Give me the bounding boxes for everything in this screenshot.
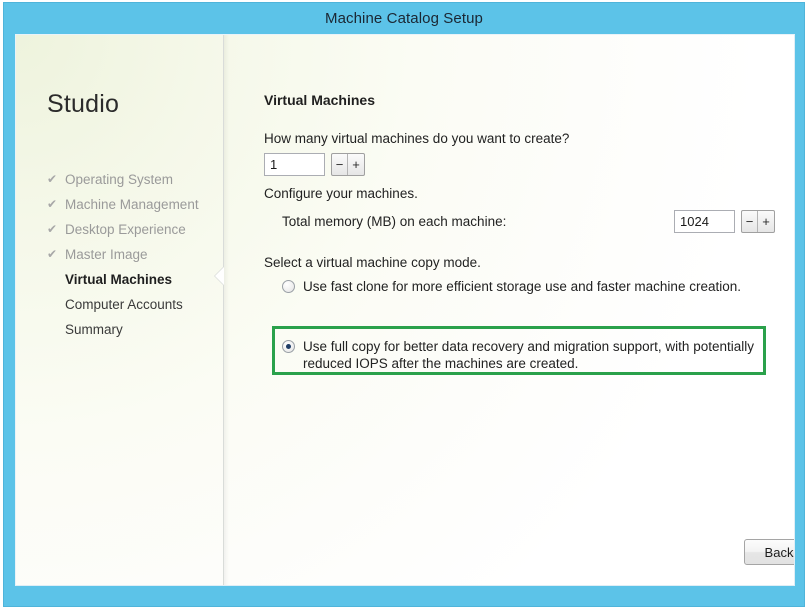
radio-unselected-icon[interactable] (282, 280, 295, 293)
sidebar-item-summary[interactable]: Summary (47, 317, 223, 342)
page-title: Virtual Machines (264, 92, 376, 108)
sidebar-divider-shadow (223, 35, 234, 585)
sidebar-item-label: Machine Management (65, 197, 199, 212)
wizard-footer: Back Next Cancel (234, 539, 794, 565)
window-titlebar: Machine Catalog Setup (4, 3, 804, 34)
total-memory-increment-button[interactable]: + (758, 211, 774, 232)
check-icon: ✔ (47, 222, 58, 236)
studio-brand: Studio (47, 90, 120, 118)
radio-option-full-copy[interactable]: Use full copy for better data recovery a… (258, 331, 775, 379)
wizard-content: Virtual Machines How many virtual machin… (234, 35, 794, 585)
total-memory-input[interactable] (674, 210, 735, 233)
check-icon: ✔ (47, 247, 58, 261)
vm-count-question: How many virtual machines do you want to… (264, 131, 570, 146)
configure-machines-heading: Configure your machines. (264, 186, 418, 201)
total-memory-stepper[interactable]: − + (674, 210, 775, 233)
copy-mode-heading: Select a virtual machine copy mode. (264, 255, 481, 270)
check-icon: ✔ (47, 172, 58, 186)
sidebar-item-label: Computer Accounts (65, 297, 183, 312)
sidebar-item-machine-management[interactable]: ✔ Machine Management (47, 192, 223, 217)
sidebar-item-label: Operating System (65, 172, 174, 187)
total-memory-decrement-button[interactable]: − (742, 211, 758, 232)
vm-count-input[interactable] (264, 153, 325, 176)
vm-count-decrement-button[interactable]: − (332, 154, 348, 175)
sidebar-item-label: Virtual Machines (65, 272, 173, 287)
total-memory-stepper-buttons[interactable]: − + (741, 210, 775, 233)
radio-option-full-copy-label: Use full copy for better data recovery a… (303, 339, 754, 371)
wizard-panel: Studio ✔ Operating System ✔ Machine Mana… (15, 34, 795, 586)
sidebar-item-label: Desktop Experience (65, 222, 186, 237)
sidebar-item-operating-system[interactable]: ✔ Operating System (47, 167, 223, 192)
check-icon: ✔ (47, 197, 58, 211)
sidebar-item-computer-accounts[interactable]: Computer Accounts (47, 292, 223, 317)
active-step-pointer-icon (215, 267, 224, 285)
sidebar-divider (223, 35, 224, 585)
total-memory-label: Total memory (MB) on each machine: (282, 214, 507, 229)
sidebar-item-virtual-machines[interactable]: Virtual Machines (47, 267, 223, 292)
sidebar-item-label: Master Image (65, 247, 148, 262)
sidebar-item-desktop-experience[interactable]: ✔ Desktop Experience (47, 217, 223, 242)
screenshot-root: Machine Catalog Setup Studio ✔ Operating… (0, 0, 808, 609)
sidebar-item-master-image[interactable]: ✔ Master Image (47, 242, 223, 267)
wizard-step-list: ✔ Operating System ✔ Machine Management … (47, 167, 223, 342)
wizard-sidebar: Studio ✔ Operating System ✔ Machine Mana… (16, 35, 223, 585)
vm-count-increment-button[interactable]: + (348, 154, 364, 175)
radio-selected-icon[interactable] (282, 340, 295, 353)
sidebar-item-label: Summary (65, 322, 123, 337)
machine-catalog-setup-window: Machine Catalog Setup Studio ✔ Operating… (3, 2, 805, 607)
vm-count-stepper-buttons[interactable]: − + (331, 153, 365, 176)
vm-count-stepper[interactable]: − + (264, 153, 365, 176)
radio-option-fast-clone[interactable]: Use fast clone for more efficient storag… (282, 278, 762, 295)
window-title: Machine Catalog Setup (324, 10, 484, 27)
radio-option-fast-clone-label: Use fast clone for more efficient storag… (303, 279, 741, 294)
back-button[interactable]: Back (744, 539, 794, 565)
